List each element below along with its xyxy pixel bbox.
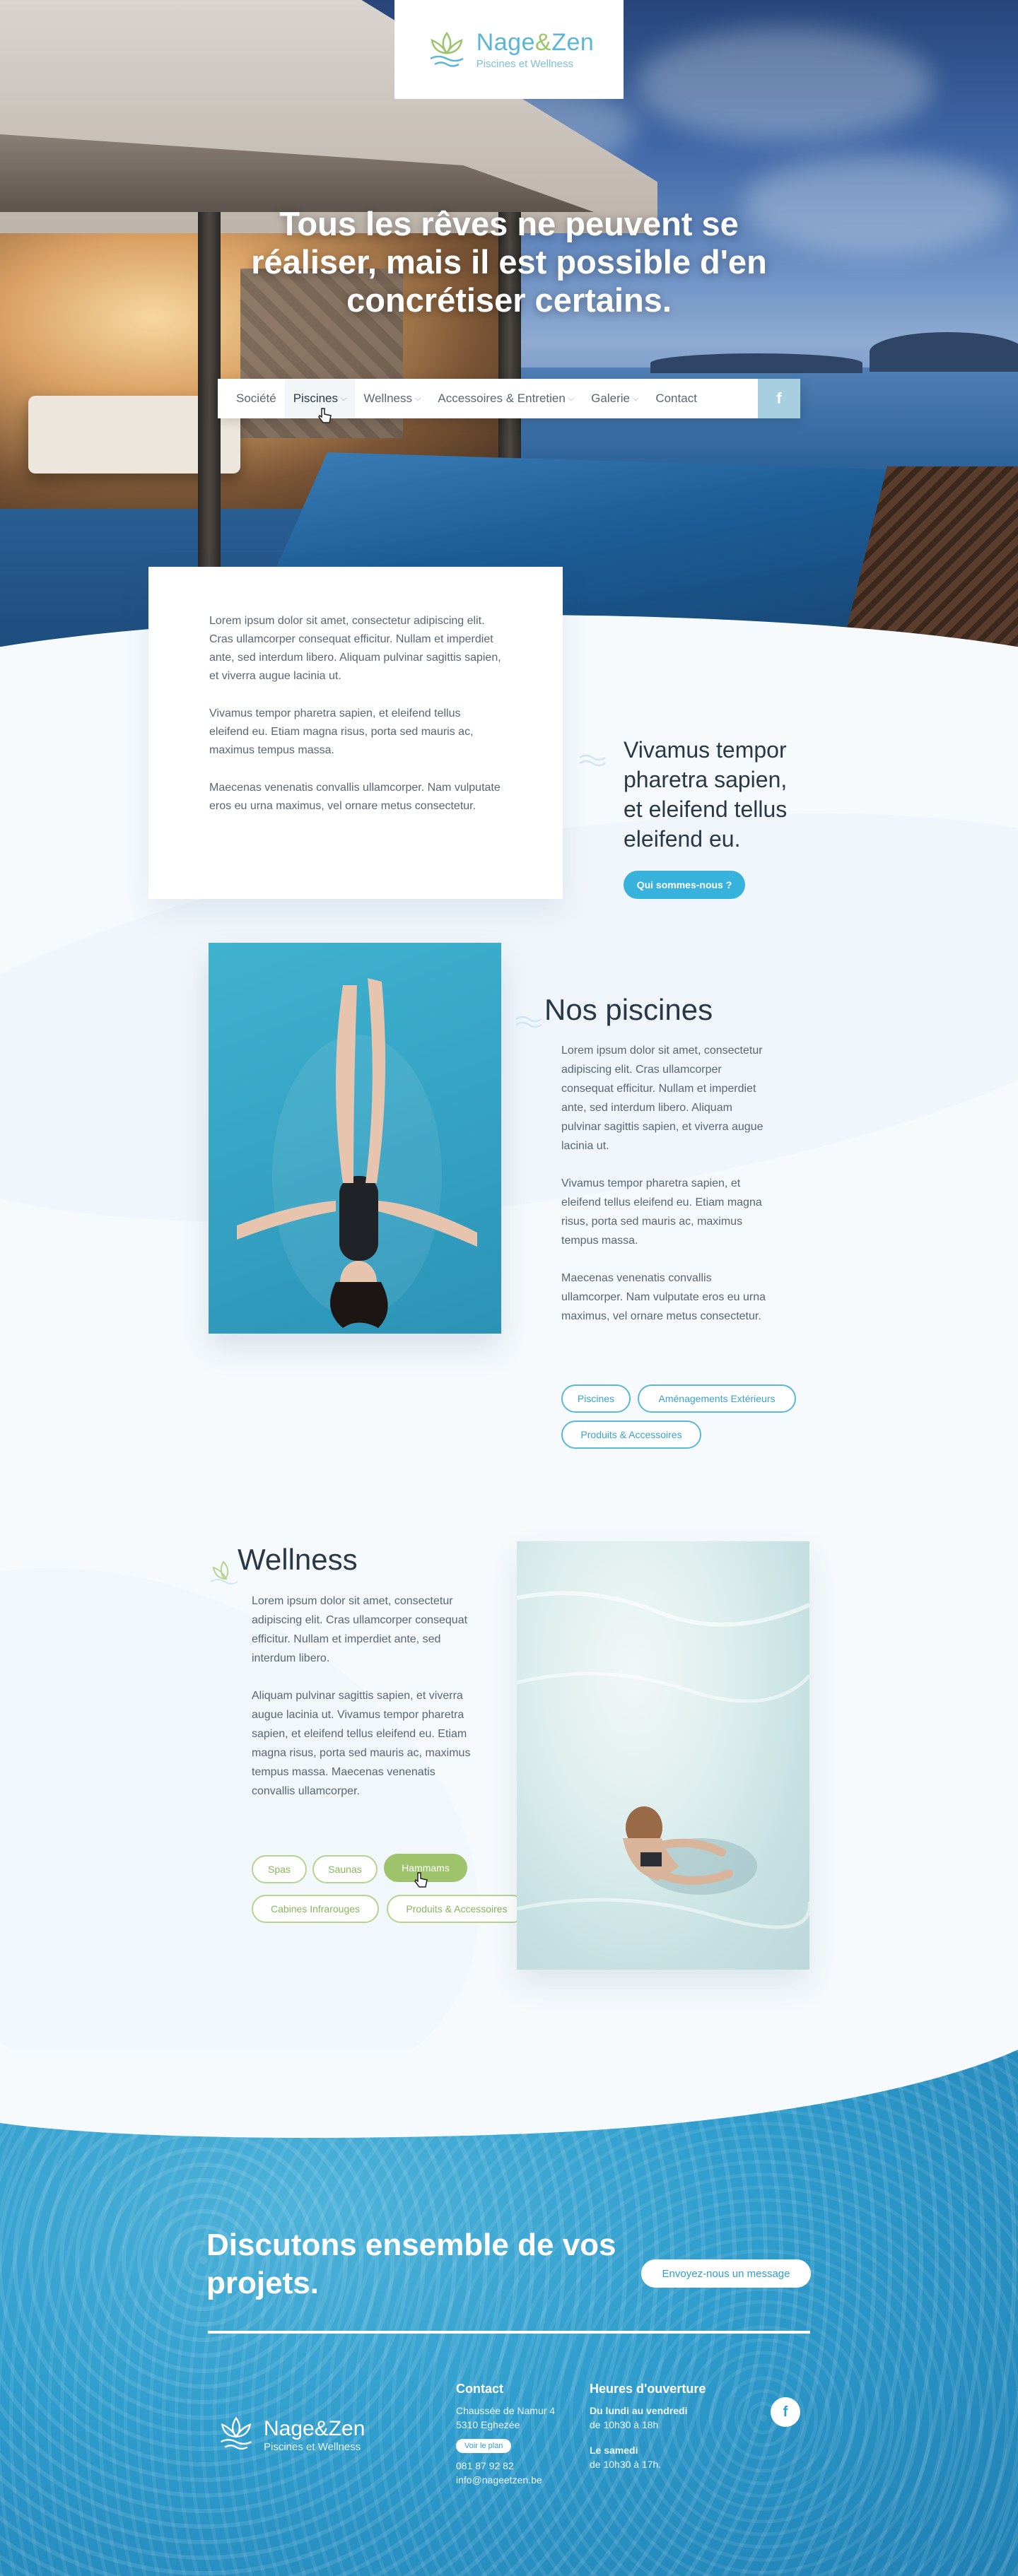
tag-produits-accessoires[interactable]: Produits & Accessoires [561,1421,701,1449]
nav-item-galerie[interactable]: Galerie ⌵ [583,379,647,418]
footer-hours: Heures d'ouverture Du lundi au vendredi … [590,2382,731,2471]
chevron-down-icon: ⌵ [632,394,639,403]
logo[interactable]: Nage&Zen Piscines et Wellness [394,0,624,99]
footer-curve [0,2049,1018,2155]
cta-title: Discutons ensemble de vos projets. [206,2228,616,2300]
wellness-text: Lorem ipsum dolor sit amet, consectetur … [252,1592,471,1819]
lotus-icon [208,1559,239,1588]
wave-icon [578,752,607,771]
weekday-label: Du lundi au vendredi [590,2405,688,2416]
intro-paragraph: Lorem ipsum dolor sit amet, consectetur … [209,615,501,682]
main-nav: Société Piscines ⌵ Wellness ⌵ Accessoires … [218,379,800,418]
send-message-button[interactable]: Envoyez-nous un message [641,2259,811,2288]
nav-item-contact[interactable]: Contact [647,379,706,418]
tag-amenagements-exterieurs[interactable]: Aménagements Extérieurs [638,1384,796,1413]
pool-swimmer-photo [209,943,501,1334]
about-us-button[interactable]: Qui sommes-nous ? [624,871,745,899]
nav-item-societe[interactable]: Société [228,379,285,418]
brand-tagline: Piscines et Wellness [476,58,573,70]
lotus-logo-icon [216,2413,257,2457]
tag-spas[interactable]: Spas [252,1855,307,1883]
view-map-button[interactable]: Voir le plan [456,2439,512,2453]
address-line: Chaussée de Namur 4 [456,2405,556,2416]
contact-title: Contact [456,2382,503,2396]
cloud [636,28,933,141]
facebook-icon[interactable]: f [771,2397,800,2427]
wellness-swimmer-photo [517,1541,809,1970]
phone-link[interactable]: 081 87 92 82 [456,2459,576,2473]
piscines-paragraph: Lorem ipsum dolor sit amet, consectetur … [561,1045,764,1152]
hero-title: Tous les rêves ne peuvent se réaliser, m… [251,205,767,319]
tag-produits-accessoires[interactable]: Produits & Accessoires [387,1895,527,1923]
lotus-logo-icon [424,27,469,72]
email-link[interactable]: info@nageetzen.be [456,2473,576,2487]
piscines-text: Lorem ipsum dolor sit amet, consectetur … [561,1041,773,1344]
tag-cabines-infrarouges[interactable]: Cabines Infrarouges [252,1895,379,1923]
nav-item-wellness[interactable]: Wellness ⌵ [355,379,429,418]
hand-cursor-icon [317,407,333,429]
hours-title: Heures d'ouverture [590,2382,706,2396]
piscines-paragraph: Vivamus tempor pharetra sapien, et eleif… [561,1177,762,1247]
facebook-icon[interactable]: f [758,379,800,418]
chevron-down-icon: ⌵ [341,394,347,403]
chevron-down-icon: ⌵ [415,394,421,403]
island [870,332,1018,372]
footer-brand-tagline: Piscines et Wellness [264,2441,361,2453]
nav-item-accessoires[interactable]: Accessoires & Entretien ⌵ [429,379,583,418]
weekday-hours: de 10h30 à 18h [590,2419,659,2430]
saturday-hours: de 10h30 à 17h. [590,2459,662,2470]
intro-paragraph: Maecenas venenatis convallis ullamcorper… [209,782,501,812]
intro-paragraph: Vivamus tempor pharetra sapien, et eleif… [209,707,474,756]
footer-contact: Contact Chaussée de Namur 4 5310 Eghezée… [456,2382,576,2487]
piscines-title: Nos piscines [544,993,713,1026]
brand-name: Nage&Zen [476,29,595,56]
wellness-paragraph: Lorem ipsum dolor sit amet, consectetur … [252,1595,468,1664]
footer-brand-name: Nage&Zen [264,2417,365,2440]
piscines-paragraph: Maecenas venenatis convallis ullamcorper… [561,1272,766,1322]
wellness-paragraph: Aliquam pulvinar sagittis sapien, et viv… [252,1690,471,1797]
address-line: 5310 Eghezée [456,2419,520,2430]
intro-quote: Vivamus tempor pharetra sapien, et eleif… [624,737,788,852]
footer [0,2049,1018,2576]
footer-divider [208,2331,810,2334]
saturday-label: Le samedi [590,2445,638,2456]
intro-card: Lorem ipsum dolor sit amet, consectetur … [148,567,563,899]
tag-piscines[interactable]: Piscines [561,1384,631,1413]
island [650,353,862,373]
footer-logo[interactable]: Nage&Zen Piscines et Wellness [216,2413,365,2457]
wave-icon [515,1013,543,1033]
hand-cursor-icon [414,1871,429,1893]
tag-saunas[interactable]: Saunas [312,1855,378,1883]
wellness-title: Wellness [238,1543,358,1576]
chevron-down-icon: ⌵ [568,394,575,403]
